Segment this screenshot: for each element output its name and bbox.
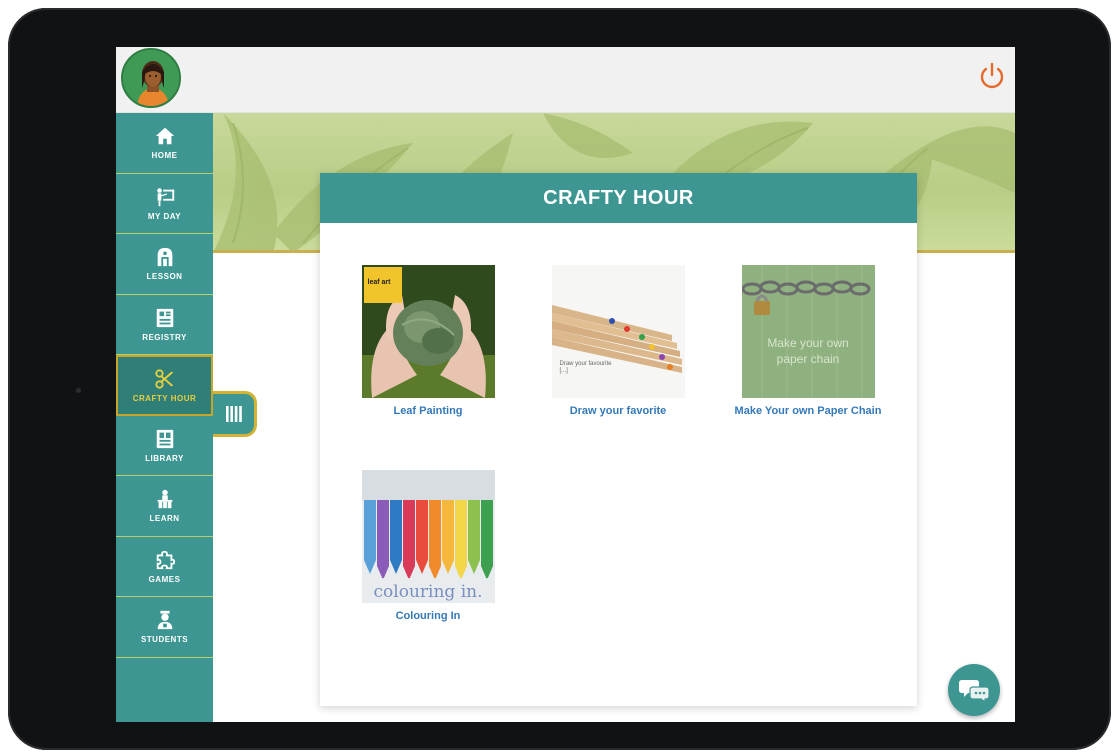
sidebar-item-label: LEARN [149,514,180,524]
thumb-caption: colouring in. [373,582,483,602]
activity-card-colouring-in[interactable]: colouring in. Colouring In [353,470,503,622]
sidebar-item-home[interactable]: HOME [116,113,213,174]
sidebar-item-registry[interactable]: REGISTRY [116,295,213,355]
activity-card-paper-chain[interactable]: Make your own paper chain Make Your own … [733,265,883,417]
sidebar-item-label: LIBRARY [145,453,184,463]
activity-label: Draw your favorite [569,405,667,417]
registry-icon [156,308,173,327]
sidebar-item-label: CRAFTY HOUR [132,393,197,403]
sidebar-item-my-day[interactable]: MY DAY [116,174,213,234]
sidebar-item-label: STUDENTS [140,635,189,645]
sidebar-item-label: GAMES [148,574,181,584]
library-icon [156,429,173,448]
sidebar-item-students[interactable]: STUDENTS [116,597,213,658]
activity-label: Make Your own Paper Chain [734,405,882,417]
crafty-hour-panel: CRAFTY HOUR leaf art Leaf Painting Draw … [320,173,917,706]
sidebar-nav: HOME MY DAY LESSON REGISTRY CRAFTY HOUR … [116,113,213,722]
home-icon [155,128,174,145]
sidebar-item-library[interactable]: LIBRARY [116,416,213,476]
sidebar-item-label: HOME [151,151,178,161]
puzzle-icon [156,550,175,569]
student-avatar-icon [123,50,179,106]
page-title: CRAFTY HOUR [320,173,917,223]
sidebar-item-lesson[interactable]: LESSON [116,234,213,295]
sidebar-item-learn[interactable]: LEARN [116,476,213,537]
sidebar-item-crafty-hour[interactable]: CRAFTY HOUR [116,355,213,416]
leaf-art-badge: leaf art [367,279,391,286]
lesson-icon [157,248,172,267]
activity-thumbnail: leaf art [361,265,495,398]
top-bar [116,47,1015,113]
activity-thumbnail: Draw your favourite [...] [551,265,685,398]
app-screen: HOME MY DAY LESSON REGISTRY CRAFTY HOUR … [116,47,1015,722]
learn-icon [157,490,172,509]
sidebar-item-games[interactable]: GAMES [116,537,213,597]
activity-card-draw-your-favorite[interactable]: Draw your favourite [...] Draw your favo… [543,265,693,417]
activity-card-leaf-painting[interactable]: leaf art Leaf Painting [353,265,503,417]
activity-thumbnail: colouring in. [361,470,495,603]
chat-button[interactable] [948,664,1000,716]
scissors-icon [154,369,173,389]
activity-label: Leaf Painting [393,405,463,417]
chat-bubbles-icon [959,680,989,703]
sidebar-item-label: REGISTRY [142,332,187,342]
activity-thumbnail: Make your own paper chain [741,265,875,398]
sidebar-collapse-button[interactable] [213,391,257,437]
activity-label: Colouring In [395,610,461,622]
teacher-board-icon [156,188,174,206]
avatar[interactable] [121,48,181,108]
sidebar-item-label: MY DAY [147,211,182,221]
columns-icon [225,406,242,422]
power-icon[interactable] [977,61,1007,91]
student-icon [157,611,172,630]
sidebar-item-label: LESSON [146,272,183,282]
thumb-caption: Draw your favourite [...] [559,361,612,374]
camera-dot [76,388,81,393]
thumb-caption: Make your own paper chain [767,336,849,366]
